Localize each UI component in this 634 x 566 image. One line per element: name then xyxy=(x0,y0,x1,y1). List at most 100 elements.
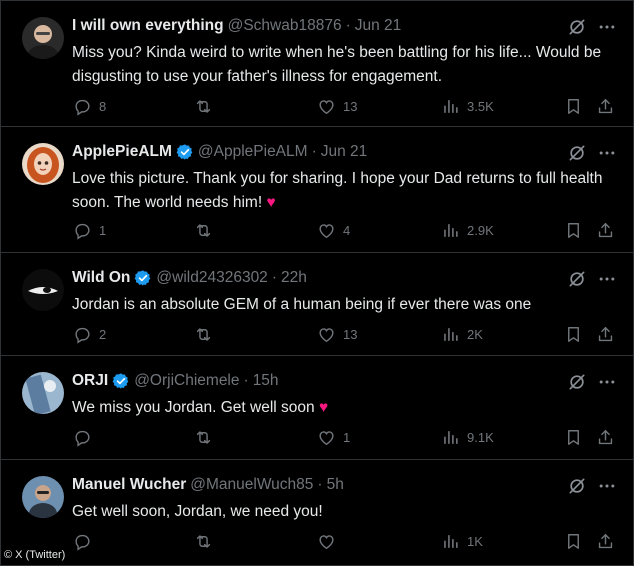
timestamp[interactable]: Jun 21 xyxy=(355,17,402,35)
separator-dot: · xyxy=(345,17,351,34)
reply-button[interactable] xyxy=(73,530,99,552)
like-button[interactable]: 13 xyxy=(317,95,357,117)
views-button[interactable]: 2K xyxy=(441,323,483,345)
more-icon[interactable] xyxy=(597,372,617,392)
like-icon xyxy=(317,221,336,240)
timestamp[interactable]: 5h xyxy=(327,476,344,494)
share-button[interactable] xyxy=(596,530,615,552)
more-icon[interactable] xyxy=(597,17,617,37)
grok-icon[interactable] xyxy=(567,372,587,392)
tweet-text-content: Get well soon, Jordan, we need you! xyxy=(72,503,323,520)
bookmark-button[interactable] xyxy=(564,323,583,345)
share-button[interactable] xyxy=(596,219,615,241)
share-button[interactable] xyxy=(596,323,615,345)
tweet-text-content: Miss you? Kinda weird to write when he's… xyxy=(72,44,602,85)
timestamp[interactable]: 22h xyxy=(281,269,307,287)
tweet-header: Manuel Wucher @ManuelWuch85 · 5h xyxy=(72,476,344,494)
like-button[interactable]: 13 xyxy=(317,323,357,345)
tweet-header: Wild On @wild24326302 · 22h xyxy=(72,269,307,287)
like-button[interactable]: 4 xyxy=(317,219,350,241)
reply-button[interactable]: 8 xyxy=(73,95,106,117)
avatar[interactable] xyxy=(22,372,64,414)
tweet[interactable]: ApplePieALM @ApplePieALM · Jun 21 Love this … xyxy=(1,127,633,253)
avatar[interactable] xyxy=(22,269,64,311)
bookmark-icon xyxy=(564,532,583,551)
views-button[interactable]: 3.5K xyxy=(441,95,494,117)
view-count: 2.9K xyxy=(467,222,494,238)
timestamp[interactable]: Jun 21 xyxy=(321,143,368,161)
more-icon[interactable] xyxy=(597,269,617,289)
user-handle[interactable]: @ManuelWuch85 xyxy=(190,476,313,494)
tweet[interactable]: ORJI @OrjiChiemele · 15h We miss you Jordan.… xyxy=(1,356,633,460)
retweet-button[interactable] xyxy=(194,426,220,448)
retweet-button[interactable] xyxy=(194,95,220,117)
views-button[interactable]: 9.1K xyxy=(441,426,494,448)
avatar[interactable] xyxy=(22,17,64,59)
bookmark-icon xyxy=(564,221,583,240)
user-handle[interactable]: @wild24326302 xyxy=(156,269,267,287)
like-button[interactable]: 1 xyxy=(317,426,350,448)
like-icon xyxy=(317,97,336,116)
tweet-text: We miss you Jordan. Get well soon ♥ xyxy=(72,396,617,420)
like-icon xyxy=(317,428,336,447)
user-handle[interactable]: @OrjiChiemele xyxy=(134,372,239,390)
like-icon xyxy=(317,325,336,344)
views-icon xyxy=(441,532,460,551)
retweet-button[interactable] xyxy=(194,530,220,552)
reply-button[interactable]: 1 xyxy=(73,219,106,241)
display-name[interactable]: Wild On xyxy=(72,269,130,287)
display-name[interactable]: I will own everything xyxy=(72,17,224,35)
grok-icon[interactable] xyxy=(567,476,587,496)
tweet-actions: 1 4 2.9K xyxy=(1,219,633,241)
tweet[interactable]: Manuel Wucher @ManuelWuch85 · 5h Get well so… xyxy=(1,460,633,566)
display-name[interactable]: ORJI xyxy=(72,372,108,390)
like-button[interactable] xyxy=(317,530,343,552)
separator-dot: · xyxy=(271,269,277,286)
bookmark-icon xyxy=(564,325,583,344)
views-button[interactable]: 1K xyxy=(441,530,483,552)
share-icon xyxy=(596,97,615,116)
more-icon[interactable] xyxy=(597,476,617,496)
share-icon xyxy=(596,532,615,551)
views-button[interactable]: 2.9K xyxy=(441,219,494,241)
grok-icon[interactable] xyxy=(567,17,587,37)
tweet-text-content: We miss you Jordan. Get well soon xyxy=(72,399,315,416)
reply-count: 1 xyxy=(99,222,107,238)
reply-button[interactable]: 2 xyxy=(73,323,106,345)
bookmark-button[interactable] xyxy=(564,219,583,241)
views-icon xyxy=(441,428,460,447)
retweet-button[interactable] xyxy=(194,323,220,345)
image-credit-caption: © X (Twitter) xyxy=(4,549,66,561)
tweet-actions: 1K xyxy=(1,530,633,552)
tweet-text-content: Jordan is an absolute GEM of a human bei… xyxy=(72,296,532,313)
reply-button[interactable] xyxy=(73,426,99,448)
reply-icon xyxy=(73,325,92,344)
user-handle[interactable]: @Schwab18876 xyxy=(228,17,342,35)
bookmark-button[interactable] xyxy=(564,530,583,552)
tweet-text: Get well soon, Jordan, we need you! xyxy=(72,500,617,524)
avatar[interactable] xyxy=(22,476,64,518)
share-button[interactable] xyxy=(596,426,615,448)
avatar[interactable] xyxy=(22,143,64,185)
views-icon xyxy=(441,325,460,344)
share-button[interactable] xyxy=(596,95,615,117)
bookmark-button[interactable] xyxy=(564,95,583,117)
display-name[interactable]: Manuel Wucher xyxy=(72,476,186,494)
tweet[interactable]: I will own everything @Schwab18876 · Jun 21… xyxy=(1,1,633,127)
grok-icon[interactable] xyxy=(567,143,587,163)
reply-icon xyxy=(73,97,92,116)
timestamp[interactable]: 15h xyxy=(253,372,279,390)
retweet-button[interactable] xyxy=(194,219,220,241)
user-handle[interactable]: @ApplePieALM xyxy=(198,143,308,161)
tweet[interactable]: Wild On @wild24326302 · 22h Jordan is an abs… xyxy=(1,253,633,356)
retweet-icon xyxy=(194,325,213,344)
bookmark-button[interactable] xyxy=(564,426,583,448)
grok-icon[interactable] xyxy=(567,269,587,289)
more-icon[interactable] xyxy=(597,143,617,163)
like-count: 13 xyxy=(343,326,358,342)
tweet-text: Love this picture. Thank you for sharing… xyxy=(72,167,617,215)
retweet-icon xyxy=(194,428,213,447)
tweet-header: I will own everything @Schwab18876 · Jun 21 xyxy=(72,17,401,35)
heart-emoji: ♥ xyxy=(318,399,329,416)
display-name[interactable]: ApplePieALM xyxy=(72,143,172,161)
